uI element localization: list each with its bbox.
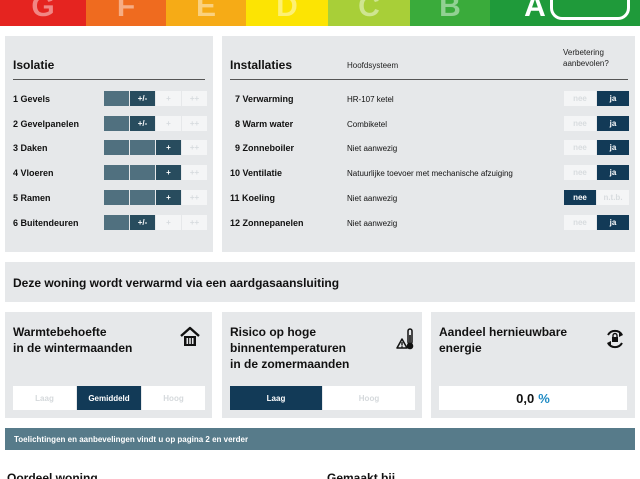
note-bar: Toelichtingen en aanbevelingen vindt u o… — [5, 428, 635, 450]
risico-card: Risico op hoge binnentemperaturen in de … — [222, 312, 422, 418]
house-heating-icon — [180, 326, 200, 346]
installatie-item-zonneboiler: 9 Zonneboiler — [235, 143, 295, 153]
footer-left: Oordeel woning — [7, 471, 98, 479]
divider — [13, 79, 205, 80]
isolatie-item-vloeren: 4 Vloeren — [13, 168, 54, 178]
installatie-item-koeling: 11 Koeling — [230, 193, 276, 203]
thermometer-warning-icon — [396, 328, 414, 350]
installatie-item-warm-water: 8 Warm water — [235, 119, 294, 129]
rating-mark: +/- — [130, 91, 155, 106]
col-verbetering: Verbetering — [563, 48, 604, 57]
hernieuwbaar-value-box: 0,0 % — [439, 386, 627, 410]
risico-scale: Laag Hoog — [230, 386, 416, 410]
installatie-value-ventilatie: Natuurlijke toevoer met mechanische afzu… — [347, 169, 513, 178]
label-class-b: B — [410, 0, 490, 26]
isolatie-item-gevels: 1 Gevels — [13, 94, 51, 104]
installaties-panel: Installaties Hoofdsysteem Verbetering aa… — [222, 36, 635, 252]
col-hoofdsysteem: Hoofdsysteem — [347, 61, 399, 70]
isolatie-item-buitendeuren: 6 Buitendeuren — [13, 218, 79, 228]
installatie-value-warm-water: Combiketel — [347, 120, 388, 129]
renewable-cycle-icon — [607, 329, 623, 349]
improvement-zonneboiler: nee ja — [564, 140, 630, 155]
improvement-warm-water: nee ja — [564, 116, 630, 131]
rating-mark: + — [156, 190, 181, 205]
installatie-item-ventilatie: 10 Ventilatie — [230, 168, 283, 178]
isolatie-item-gevelpanelen: 2 Gevelpanelen — [13, 119, 80, 129]
installatie-value-verwarming: HR-107 ketel — [347, 95, 394, 104]
current-label-marker — [550, 0, 630, 20]
label-class-c: C — [328, 0, 410, 26]
rating-mark: +/- — [130, 116, 155, 131]
note-bar-text: Toelichtingen en aanbevelingen vindt u o… — [14, 435, 249, 444]
label-class-g: G — [0, 0, 86, 26]
label-class-e: E — [166, 0, 246, 26]
label-class-d: D — [246, 0, 328, 26]
hernieuwbaar-unit: % — [538, 390, 550, 406]
isolatie-rating-ramen: + ++ — [104, 190, 208, 205]
heating-notice: Deze woning wordt verwarmd via een aardg… — [13, 276, 340, 290]
isolatie-panel: Isolatie 1 Gevels +/- + ++ 2 Gevelpanelen … — [5, 36, 213, 252]
installatie-value-koeling: Niet aanwezig — [347, 194, 398, 203]
isolatie-title: Isolatie — [13, 58, 55, 72]
warmtebehoefte-scale: Laag Gemiddeld Hoog — [13, 386, 206, 410]
heating-notice-panel: Deze woning wordt verwarmd via een aardg… — [5, 262, 635, 302]
isolatie-rating-daken: + ++ — [104, 140, 208, 155]
isolatie-rating-buitendeuren: +/- + ++ — [104, 215, 208, 230]
col-aanbevolen: aanbevolen? — [563, 59, 609, 68]
isolatie-rating-gevels: +/- + ++ — [104, 91, 208, 106]
installatie-item-zonnepanelen: 12 Zonnepanelen — [230, 218, 304, 228]
label-class-a: A — [490, 0, 640, 26]
installatie-value-zonneboiler: Niet aanwezig — [347, 144, 398, 153]
improvement-zonnepanelen: nee ja — [564, 215, 630, 230]
hernieuwbaar-card: Aandeel hernieuwbare energie 0,0 % — [431, 312, 635, 418]
divider — [230, 79, 628, 80]
hernieuwbaar-value: 0,0 — [516, 390, 535, 406]
energy-label-strip: G F E D C B A — [0, 0, 640, 26]
improvement-verwarming: nee ja — [564, 91, 630, 106]
installatie-value-zonnepanelen: Niet aanwezig — [347, 219, 398, 228]
risico-title: Risico op hoge binnentemperaturen in de … — [230, 325, 350, 371]
label-class-f: F — [86, 0, 166, 26]
improvement-koeling: nee n.t.b. — [564, 190, 630, 205]
isolatie-rating-vloeren: + ++ — [104, 165, 208, 180]
footer-right: Gemaakt bij — [327, 471, 396, 479]
improvement-ventilatie: nee ja — [564, 165, 630, 180]
isolatie-item-daken: 3 Daken — [13, 143, 48, 153]
rating-mark: +/- — [130, 215, 155, 230]
rating-mark: + — [156, 165, 181, 180]
installaties-title: Installaties — [230, 58, 293, 72]
warmtebehoefte-card: Warmtebehoefte in de wintermaanden Laag … — [5, 312, 212, 418]
isolatie-rating-gevelpanelen: +/- + ++ — [104, 116, 208, 131]
warmtebehoefte-title: Warmtebehoefte in de wintermaanden — [13, 325, 133, 355]
installatie-item-verwarming: 7 Verwarming — [235, 94, 294, 104]
rating-mark: + — [156, 140, 181, 155]
isolatie-item-ramen: 5 Ramen — [13, 193, 51, 203]
hernieuwbaar-title: Aandeel hernieuwbare energie — [439, 325, 568, 355]
